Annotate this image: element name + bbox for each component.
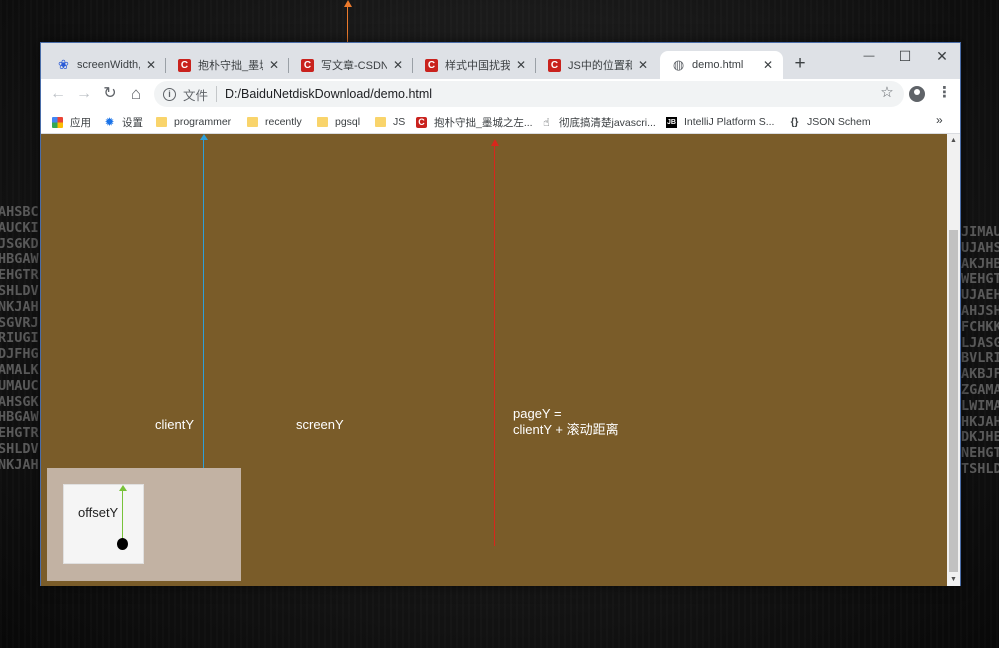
tab-close-icon[interactable]: ✕ xyxy=(636,58,650,72)
csdn-icon: C xyxy=(301,58,314,72)
tab-title: 样式中国扰我们 xyxy=(445,60,510,72)
tab-csdn-baopu[interactable]: C 抱朴守拙_墨城之 ✕ xyxy=(166,51,289,79)
gear-icon: ✹ xyxy=(104,115,115,129)
pagey-arrow-line xyxy=(494,144,496,546)
folder-icon xyxy=(317,117,328,127)
offsety-arrow-line xyxy=(122,490,124,542)
tab-title: demo.html xyxy=(692,59,744,71)
minimize-button[interactable]: — xyxy=(851,46,887,66)
bookmark-pgsql[interactable]: pgsql xyxy=(317,113,360,131)
tab-close-icon[interactable]: ✕ xyxy=(391,58,405,72)
bookmark-label: IntelliJ Platform S... xyxy=(684,116,775,128)
offsety-label: offsetY xyxy=(78,505,119,520)
offsety-arrow-head xyxy=(118,485,127,491)
baidu-paw-icon: ❀ xyxy=(58,57,69,72)
clienty-arrow-head xyxy=(199,134,208,140)
hand-icon: ☝ xyxy=(543,116,550,129)
address-bar[interactable]: i 文件 D:/BaiduNetdiskDownload/demo.html xyxy=(154,81,904,107)
scroll-up-arrow-icon[interactable]: ▲ xyxy=(947,134,960,147)
pagey-arrow-head xyxy=(490,139,499,146)
tab-title: 抱朴守拙_墨城之 xyxy=(198,60,263,72)
tab-title: 写文章-CSDN博 xyxy=(321,60,387,72)
page-viewport: clientY screenY pageY = clientY + 滚动距离 o… xyxy=(41,134,947,586)
forward-button[interactable]: → xyxy=(73,83,95,105)
scrollbar-thumb[interactable] xyxy=(949,230,958,572)
apps-icon xyxy=(52,116,63,128)
tab-csdn-js-position[interactable]: C JS中的位置和宽 ✕ xyxy=(536,51,658,79)
url-text: D:/BaiduNetdiskDownload/demo.html xyxy=(225,87,433,101)
back-button[interactable]: ← xyxy=(47,83,69,105)
bookmark-star-icon[interactable]: ☆ xyxy=(877,83,897,101)
screeny-arrow-head xyxy=(343,0,352,7)
new-tab-button[interactable]: + xyxy=(790,53,810,75)
desktop-letter-column-right: JIMAU UJAHS AKJHB WEHGT UJAEH AHJSH FCHK… xyxy=(961,225,999,477)
inner-target-box xyxy=(63,484,144,564)
csdn-icon: C xyxy=(178,58,191,72)
globe-icon: ◍ xyxy=(672,57,685,72)
menu-icon[interactable]: ⋮ xyxy=(937,83,952,101)
file-scheme-label: 文件 xyxy=(183,88,209,103)
folder-icon xyxy=(247,117,258,127)
tab-title: JS中的位置和宽 xyxy=(568,60,632,72)
tab-strip: ❀ screenWidth,cl ✕ C 抱朴守拙_墨城之 ✕ C 写文章-CS… xyxy=(41,43,960,79)
bookmarks-overflow-button[interactable]: » xyxy=(936,113,943,127)
tab-csdn-style[interactable]: C 样式中国扰我们 ✕ xyxy=(413,51,536,79)
profile-avatar-icon[interactable] xyxy=(909,86,925,102)
bookmark-recently[interactable]: recently xyxy=(247,113,302,131)
jetbrains-icon: JB xyxy=(666,116,677,128)
bookmark-label: programmer xyxy=(174,116,232,128)
clienty-label: clientY xyxy=(155,417,195,432)
tab-demo-html[interactable]: ◍ demo.html ✕ xyxy=(660,51,783,79)
mouse-point-dot xyxy=(117,538,128,550)
bookmark-programmer[interactable]: programmer xyxy=(156,113,231,131)
tab-csdn-write[interactable]: C 写文章-CSDN博 ✕ xyxy=(289,51,413,79)
bookmark-apps[interactable]: 应用 xyxy=(52,113,91,131)
csdn-icon: C xyxy=(548,58,561,72)
vertical-scrollbar[interactable]: ▲ ▼ xyxy=(947,134,960,586)
home-button[interactable]: ⌂ xyxy=(125,83,147,105)
tab-title: screenWidth,cl xyxy=(77,59,140,71)
bookmark-label: 设置 xyxy=(122,116,143,129)
omnibox-divider xyxy=(216,86,218,102)
bookmark-label: JS xyxy=(393,116,406,128)
browser-toolbar: ← → ↻ ⌂ i 文件 D:/BaiduNetdiskDownload/dem… xyxy=(41,79,960,110)
bookmark-intellij[interactable]: JB IntelliJ Platform S... xyxy=(666,113,774,131)
csdn-icon: C xyxy=(416,116,427,128)
bookmark-label: 应用 xyxy=(70,116,91,129)
csdn-icon: C xyxy=(425,58,438,72)
tab-close-icon[interactable]: ✕ xyxy=(514,58,528,72)
bookmark-csdn-baopu[interactable]: C 抱朴守拙_墨城之左... xyxy=(416,113,533,131)
screeny-label: screenY xyxy=(296,417,344,432)
tab-close-icon[interactable]: ✕ xyxy=(144,58,158,72)
bookmark-label: recently xyxy=(265,116,302,128)
tab-close-icon[interactable]: ✕ xyxy=(267,58,281,72)
bookmark-json-schema[interactable]: {} JSON Schem xyxy=(789,113,871,131)
pagey-label-line2: clientY + 滚动距离 xyxy=(513,422,619,437)
json-icon: {} xyxy=(790,116,799,128)
desktop-letter-column-left: AHSBC AUCKI JSGKD HBGAW EHGTR SHLDV NKJA… xyxy=(0,205,39,473)
bookmark-label: pgsql xyxy=(335,116,361,128)
bookmark-settings[interactable]: ✹ 设置 xyxy=(104,113,143,131)
bookmark-label: JSON Schem xyxy=(807,116,871,128)
tab-close-icon[interactable]: ✕ xyxy=(761,58,775,72)
close-window-button[interactable]: ✕ xyxy=(924,46,960,66)
bookmark-js[interactable]: JS xyxy=(375,113,405,131)
bookmark-label: 抱朴守拙_墨城之左... xyxy=(434,116,533,129)
scroll-down-arrow-icon[interactable]: ▼ xyxy=(947,573,960,586)
folder-icon xyxy=(375,117,386,127)
bookmarks-bar: 应用 ✹ 设置 programmer recently pgsql JS C 抱… xyxy=(41,110,960,134)
reload-button[interactable]: ↻ xyxy=(99,83,121,105)
pagey-label-line1: pageY = xyxy=(513,406,562,421)
maximize-button[interactable]: ☐ xyxy=(887,46,923,66)
bookmark-label: 彻底搞清楚javascri... xyxy=(559,116,656,129)
bookmark-javascript[interactable]: ☝ 彻底搞清楚javascri... xyxy=(541,113,656,131)
tab-screenwidth[interactable]: ❀ screenWidth,cl ✕ xyxy=(45,51,166,79)
browser-window: ❀ screenWidth,cl ✕ C 抱朴守拙_墨城之 ✕ C 写文章-CS… xyxy=(40,42,961,586)
info-icon[interactable]: i xyxy=(163,87,176,101)
folder-icon xyxy=(156,117,167,127)
